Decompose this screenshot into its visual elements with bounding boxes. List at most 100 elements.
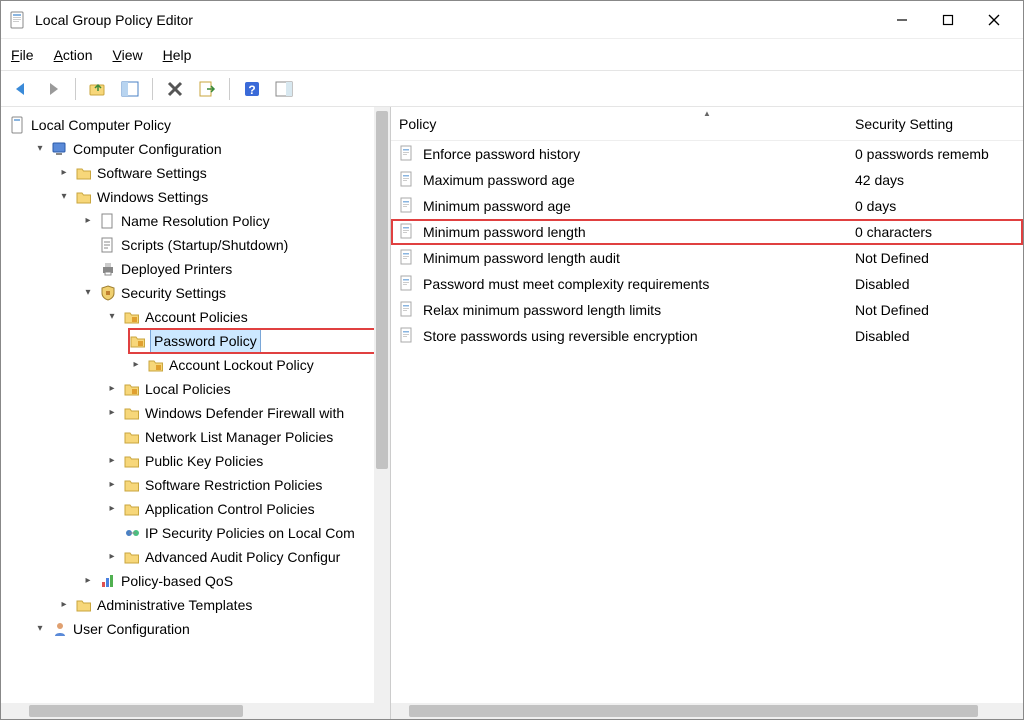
- show-hide-tree-button[interactable]: [116, 75, 144, 103]
- folder-icon: [123, 548, 141, 566]
- show-hide-action-pane-button[interactable]: [270, 75, 298, 103]
- tree-label: Account Lockout Policy: [169, 353, 314, 377]
- tree-admin-templates[interactable]: ▸Administrative Templates: [57, 593, 390, 617]
- tree-deployed-printers[interactable]: Deployed Printers: [81, 257, 390, 281]
- up-level-button[interactable]: [84, 75, 112, 103]
- export-button[interactable]: [193, 75, 221, 103]
- chevron-right-icon: ▸: [81, 214, 95, 228]
- policy-row[interactable]: Password must meet complexity requiremen…: [391, 271, 1023, 297]
- svg-text:?: ?: [248, 83, 255, 97]
- scrollbar-thumb[interactable]: [376, 111, 388, 469]
- chevron-down-icon: ▾: [33, 142, 47, 156]
- policy-name: Minimum password age: [423, 198, 849, 214]
- list-scrollbar-h[interactable]: [391, 703, 1023, 719]
- menu-action[interactable]: Action: [54, 47, 93, 63]
- tree-label: Password Policy: [151, 329, 260, 353]
- policy-item-icon: [399, 171, 417, 189]
- menu-file[interactable]: File: [11, 47, 34, 63]
- menu-view[interactable]: View: [113, 47, 143, 63]
- tree-account-lockout[interactable]: ▸ Account Lockout Policy: [129, 353, 390, 377]
- tree-root[interactable]: Local Computer Policy: [9, 113, 390, 137]
- shield-lock-icon: [99, 284, 117, 302]
- scrollbar-thumb[interactable]: [409, 705, 978, 717]
- computer-icon: [51, 140, 69, 158]
- menubar: File Action View Help: [1, 39, 1023, 71]
- folder-up-icon: [88, 79, 108, 99]
- tree-nlm[interactable]: Network List Manager Policies: [105, 425, 390, 449]
- policy-row[interactable]: Enforce password history0 passwords reme…: [391, 141, 1023, 167]
- chevron-right-icon: ▸: [105, 454, 119, 468]
- maximize-icon: [942, 14, 954, 26]
- tree-qos[interactable]: ▸Policy-based QoS: [81, 569, 390, 593]
- policy-row[interactable]: Minimum password length0 characters: [391, 219, 1023, 245]
- policy-row[interactable]: Store passwords using reversible encrypt…: [391, 323, 1023, 349]
- back-button[interactable]: [7, 75, 35, 103]
- forward-button[interactable]: [39, 75, 67, 103]
- help-button[interactable]: ?: [238, 75, 266, 103]
- tree-audit[interactable]: ▸Advanced Audit Policy Configur: [105, 545, 390, 569]
- tree-scrollbar-v[interactable]: [374, 107, 390, 703]
- list-header: ▲ Policy Security Setting: [391, 107, 1023, 141]
- policy-row[interactable]: Maximum password age 42 days: [391, 167, 1023, 193]
- tree-label: Local Policies: [145, 377, 231, 401]
- minimize-button[interactable]: [879, 4, 925, 36]
- column-policy[interactable]: Policy: [399, 116, 855, 132]
- tree-windows-settings[interactable]: ▾Windows Settings: [57, 185, 390, 209]
- chevron-down-icon: ▾: [57, 190, 71, 204]
- minimize-icon: [896, 14, 908, 26]
- tree-srp[interactable]: ▸ Software Restriction Policies: [105, 473, 390, 497]
- chevron-blank: [81, 238, 95, 252]
- folder-icon: [123, 452, 141, 470]
- policy-name: Store passwords using reversible encrypt…: [423, 328, 849, 344]
- tree-password-policy[interactable]: Password Policy: [129, 329, 390, 353]
- chevron-down-icon: ▾: [33, 622, 47, 636]
- tree-account-policies[interactable]: ▾Account Policies: [105, 305, 390, 329]
- delete-button[interactable]: [161, 75, 189, 103]
- tree-local-policies[interactable]: ▸Local Policies: [105, 377, 390, 401]
- maximize-button[interactable]: [925, 4, 971, 36]
- tree-label: Policy-based QoS: [121, 569, 233, 593]
- chevron-down-icon: ▾: [81, 286, 95, 300]
- tree-label: Software Restriction Policies: [145, 473, 322, 497]
- sort-indicator-icon: ▲: [703, 109, 711, 118]
- tree-ipsec[interactable]: IP Security Policies on Local Com: [105, 521, 390, 545]
- menu-help[interactable]: Help: [163, 47, 192, 63]
- policy-row[interactable]: Relax minimum password length limitsNot …: [391, 297, 1023, 323]
- folder-icon: [123, 500, 141, 518]
- policy-name: Maximum password age: [423, 172, 849, 188]
- tree-scripts[interactable]: Scripts (Startup/Shutdown): [81, 233, 390, 257]
- content-split: Local Computer Policy ▾ Computer Configu…: [1, 107, 1023, 719]
- policy-value: 42 days: [855, 172, 1015, 188]
- help-icon: ?: [242, 79, 262, 99]
- tree-label: Security Settings: [121, 281, 226, 305]
- tree-acp[interactable]: ▸Application Control Policies: [105, 497, 390, 521]
- policy-item-icon: [399, 275, 417, 293]
- tree-label: Account Policies: [145, 305, 248, 329]
- policy-row[interactable]: Minimum password length auditNot Defined: [391, 245, 1023, 271]
- tree-computer-config[interactable]: ▾ Computer Configuration: [33, 137, 390, 161]
- tree-label: Scripts (Startup/Shutdown): [121, 233, 288, 257]
- tree-scrollbar-h[interactable]: [1, 703, 390, 719]
- script-icon: [99, 236, 117, 254]
- tree-pk[interactable]: ▸Public Key Policies: [105, 449, 390, 473]
- chevron-right-icon: ▸: [57, 598, 71, 612]
- scrollbar-thumb[interactable]: [29, 705, 243, 717]
- close-button[interactable]: [971, 4, 1017, 36]
- tree-security-settings[interactable]: ▾ Security Settings: [81, 281, 390, 305]
- folder-icon: [75, 164, 93, 182]
- tree-name-res[interactable]: ▸Name Resolution Policy: [81, 209, 390, 233]
- column-setting[interactable]: Security Setting: [855, 116, 1015, 132]
- tree-software-settings[interactable]: ▸Software Settings: [57, 161, 390, 185]
- list-pane: ▲ Policy Security Setting Enforce passwo…: [391, 107, 1023, 719]
- tree-label: Deployed Printers: [121, 257, 232, 281]
- app-icon: [9, 11, 27, 29]
- export-icon: [197, 79, 217, 99]
- tree-firewall[interactable]: ▸Windows Defender Firewall with: [105, 401, 390, 425]
- chevron-right-icon: ▸: [105, 406, 119, 420]
- policy-row[interactable]: Minimum password age 0 days: [391, 193, 1023, 219]
- policy-value: 0 days: [855, 198, 1015, 214]
- tree-user-config[interactable]: ▾User Configuration: [33, 617, 390, 641]
- chevron-right-icon: ▸: [129, 358, 143, 372]
- policy-value: 0 characters: [855, 224, 1015, 240]
- chevron-right-icon: ▸: [105, 478, 119, 492]
